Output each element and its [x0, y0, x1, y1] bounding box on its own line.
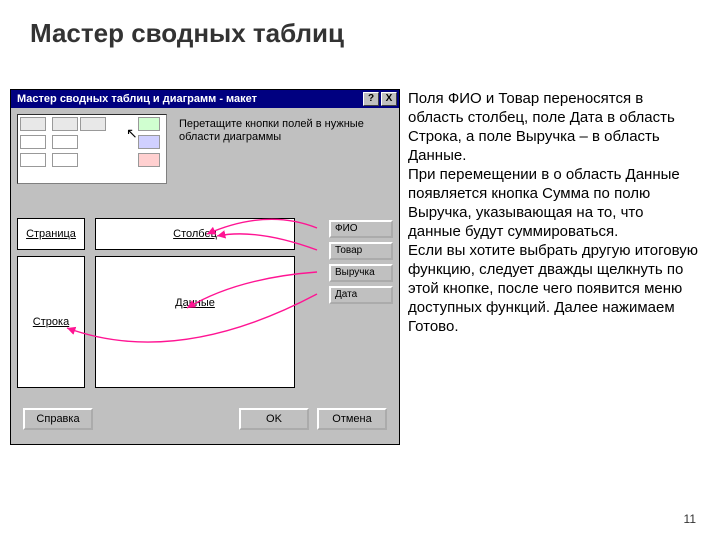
zone-label-row: Строка	[33, 316, 69, 328]
ok-button[interactable]: OK	[239, 408, 309, 430]
layout-grid: Страница Столбец Строка Данные	[17, 198, 325, 398]
help-dialog-button[interactable]: Справка	[23, 408, 93, 430]
page-number: 11	[684, 512, 696, 526]
field-vyruchka[interactable]: Выручка	[329, 264, 393, 282]
titlebar: Мастер сводных таблиц и диаграмм - макет…	[11, 90, 399, 108]
hint-text: Перетащите кнопки полей в нужные области…	[173, 114, 393, 144]
field-data[interactable]: Дата	[329, 286, 393, 304]
help-button[interactable]: ?	[363, 92, 379, 106]
zone-label-column: Столбец	[173, 228, 217, 240]
field-fio[interactable]: ФИО	[329, 220, 393, 238]
slide-title: Мастер сводных таблиц	[0, 0, 720, 49]
description-text: Поля ФИО и Товар переносятся в область с…	[408, 89, 700, 336]
field-list: ФИО Товар Выручка Дата	[329, 198, 393, 398]
dropzone-row[interactable]: Строка	[17, 256, 85, 388]
wizard-dialog: Мастер сводных таблиц и диаграмм - макет…	[10, 89, 400, 445]
field-tovar[interactable]: Товар	[329, 242, 393, 260]
window-title: Мастер сводных таблиц и диаграмм - макет	[13, 93, 363, 105]
zone-label-data: Данные	[175, 297, 215, 309]
cancel-button[interactable]: Отмена	[317, 408, 387, 430]
close-button[interactable]: X	[381, 92, 397, 106]
layout-preview: ↖	[17, 114, 167, 184]
dropzone-data[interactable]: Данные	[95, 256, 295, 388]
cursor-icon: ↖	[126, 125, 138, 142]
dropzone-page[interactable]: Страница	[17, 218, 85, 250]
zone-label-page: Страница	[26, 228, 76, 240]
dropzone-column[interactable]: Столбец	[95, 218, 295, 250]
